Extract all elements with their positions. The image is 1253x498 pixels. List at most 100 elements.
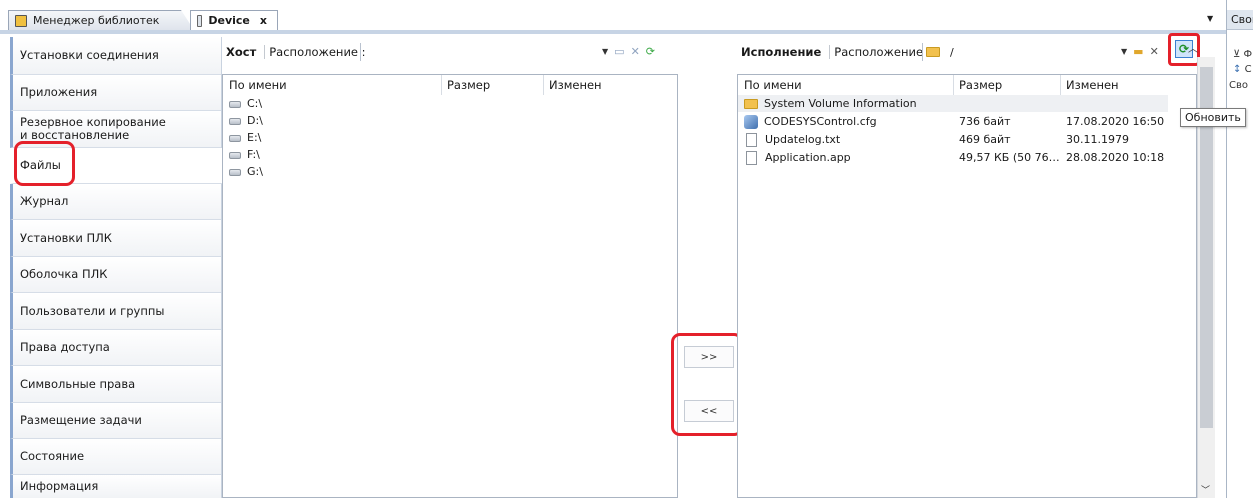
file-name: CODESYSControl.cfg	[764, 115, 877, 128]
table-row[interactable]: D:\	[223, 112, 677, 129]
runtime-location-input[interactable]: /	[922, 43, 1117, 61]
file-size: 736 байт	[959, 115, 1011, 128]
table-row[interactable]: Updatelog.txt 469 байт 30.11.1979	[738, 131, 1196, 148]
sidebar-item-label: Приложения	[20, 85, 98, 99]
runtime-column-name[interactable]: По имени	[738, 75, 802, 95]
host-file-list[interactable]: По имени Размер Изменен C:\ D:\ E:\ F:\ …	[222, 74, 678, 498]
sidebar-item-symbol-rights[interactable]: Символьные права	[10, 366, 221, 403]
properties-panel: Свой ⊻ Ф ↕ С Сво	[1226, 0, 1253, 498]
drive-icon	[229, 151, 241, 159]
sidebar-item-label: Состояние	[20, 449, 85, 463]
sidebar-item-users-groups[interactable]: Пользователи и группы	[10, 293, 221, 330]
highlight-ring-transfer	[671, 333, 743, 436]
table-row[interactable]: E:\	[223, 129, 677, 146]
scroll-down-arrow-icon[interactable]: ﹀	[1201, 483, 1210, 496]
table-row[interactable]: System Volume Information	[738, 95, 1168, 112]
sidebar-item-label: Пользователи и группы	[20, 303, 165, 318]
tab-device-label: Device	[208, 14, 250, 27]
runtime-title: Исполнение	[741, 45, 822, 59]
sidebar-item-label: Резервное копирование и восстановление	[20, 115, 166, 142]
file-size: 49,57 КБ (50 76…	[959, 151, 1060, 164]
file-name: G:\	[247, 165, 263, 178]
device-editor-nav: Установки соединения Приложения Резервно…	[10, 37, 222, 498]
drive-icon	[229, 117, 241, 125]
sidebar-item-plc-shell[interactable]: Оболочка ПЛК	[10, 257, 221, 293]
tab-device[interactable]: Device x	[190, 10, 278, 30]
sidebar-item-task-deployment[interactable]: Размещение задачи	[10, 403, 221, 439]
sidebar-item-label: Журнал	[20, 194, 69, 208]
runtime-location-value: /	[950, 45, 954, 59]
table-row[interactable]: C:\	[223, 95, 677, 112]
scroll-up-arrow-icon[interactable]: ︿	[1188, 40, 1198, 55]
delete-icon[interactable]: ✕	[1150, 45, 1159, 58]
file-modified: 30.11.1979	[1066, 133, 1129, 146]
host-pane: Хост Расположение : ▼ ▭ ✕ ⟳ По имени Раз…	[222, 37, 678, 498]
drive-icon	[229, 134, 241, 142]
runtime-location-label: Расположение :	[834, 45, 931, 59]
host-column-size[interactable]: Размер	[441, 75, 490, 95]
host-toolbar-icons: ▼ ▭ ✕ ⟳	[602, 45, 655, 58]
new-folder-icon[interactable]: ▬	[1133, 45, 1143, 58]
sidebar-item-label: Информация	[20, 479, 99, 493]
device-icon	[197, 14, 203, 27]
table-row[interactable]: Application.app 49,57 КБ (50 76… 28.08.2…	[738, 149, 1196, 166]
sidebar-item-applications[interactable]: Приложения	[10, 75, 221, 111]
host-title: Хост	[226, 45, 257, 59]
properties-panel-header[interactable]: Свой	[1227, 10, 1253, 30]
file-name: F:\	[247, 148, 260, 161]
tab-list-dropdown-icon[interactable]: ▼	[1207, 14, 1213, 23]
file-name: Application.app	[765, 151, 851, 164]
file-icon	[746, 133, 757, 147]
tab-strip-underline	[0, 30, 1226, 34]
delete-icon[interactable]: ✕	[631, 45, 640, 58]
filter-icon: ⊻	[1233, 49, 1241, 60]
folder-icon	[744, 99, 758, 109]
toolbar-divider	[264, 45, 266, 59]
properties-line-2: С	[1244, 64, 1252, 75]
refresh-tooltip: Обновить	[1180, 108, 1246, 127]
sidebar-item-label: Права доступа	[20, 340, 110, 354]
host-column-modified[interactable]: Изменен	[543, 75, 602, 95]
host-location-input[interactable]	[360, 43, 615, 61]
tab-library-manager[interactable]: Менеджер библиотек	[8, 10, 194, 30]
file-size: 469 байт	[959, 133, 1011, 146]
config-file-icon	[744, 115, 758, 129]
runtime-column-size[interactable]: Размер	[953, 75, 1002, 95]
table-row[interactable]: G:\	[223, 163, 677, 180]
chevron-down-icon[interactable]: ▼	[1121, 47, 1127, 56]
runtime-file-list[interactable]: По имени Размер Изменен System Volume In…	[737, 74, 1197, 498]
host-column-name[interactable]: По имени	[223, 75, 287, 95]
sidebar-item-access-rights[interactable]: Права доступа	[10, 330, 221, 366]
tab-library-manager-label: Менеджер библиотек	[33, 14, 160, 27]
sidebar-item-plc-settings[interactable]: Установки ПЛК	[10, 220, 221, 257]
highlight-ring-files	[14, 141, 75, 186]
close-icon[interactable]: x	[260, 14, 267, 27]
new-folder-icon[interactable]: ▭	[614, 45, 624, 58]
file-modified: 17.08.2020 16:50	[1066, 115, 1165, 128]
properties-line-1: Ф	[1243, 49, 1253, 60]
sidebar-item-status[interactable]: Состояние	[10, 439, 221, 475]
library-icon	[15, 14, 27, 27]
file-name: D:\	[247, 114, 263, 127]
chevron-down-icon[interactable]: ▼	[602, 47, 608, 56]
file-modified: 28.08.2020 10:18	[1066, 151, 1165, 164]
sidebar-item-connection-settings[interactable]: Установки соединения	[10, 37, 221, 75]
runtime-column-modified[interactable]: Изменен	[1060, 75, 1119, 95]
refresh-icon[interactable]: ⟳	[646, 45, 655, 58]
sort-icon: ↕	[1233, 64, 1242, 75]
table-row[interactable]: CODESYSControl.cfg 736 байт 17.08.2020 1…	[738, 113, 1196, 130]
sidebar-item-information[interactable]: Информация	[10, 475, 221, 498]
sidebar-item-label: Оболочка ПЛК	[20, 267, 108, 281]
properties-filter-row: ⊻ Ф	[1233, 49, 1252, 60]
runtime-toolbar-icons: ▼ ▬ ✕	[1121, 45, 1159, 58]
table-row[interactable]: F:\	[223, 146, 677, 163]
sidebar-item-label: Установки ПЛК	[20, 230, 112, 245]
file-name: Updatelog.txt	[765, 133, 841, 146]
file-name: E:\	[247, 131, 262, 144]
file-name: C:\	[247, 97, 263, 110]
host-toolbar: Хост Расположение :	[226, 37, 366, 67]
sidebar-item-log[interactable]: Журнал	[10, 184, 221, 220]
properties-sort-row: ↕ С	[1233, 64, 1252, 75]
runtime-toolbar: Исполнение Расположение :	[741, 37, 931, 67]
sidebar-item-label: Размещение задачи	[20, 413, 142, 427]
